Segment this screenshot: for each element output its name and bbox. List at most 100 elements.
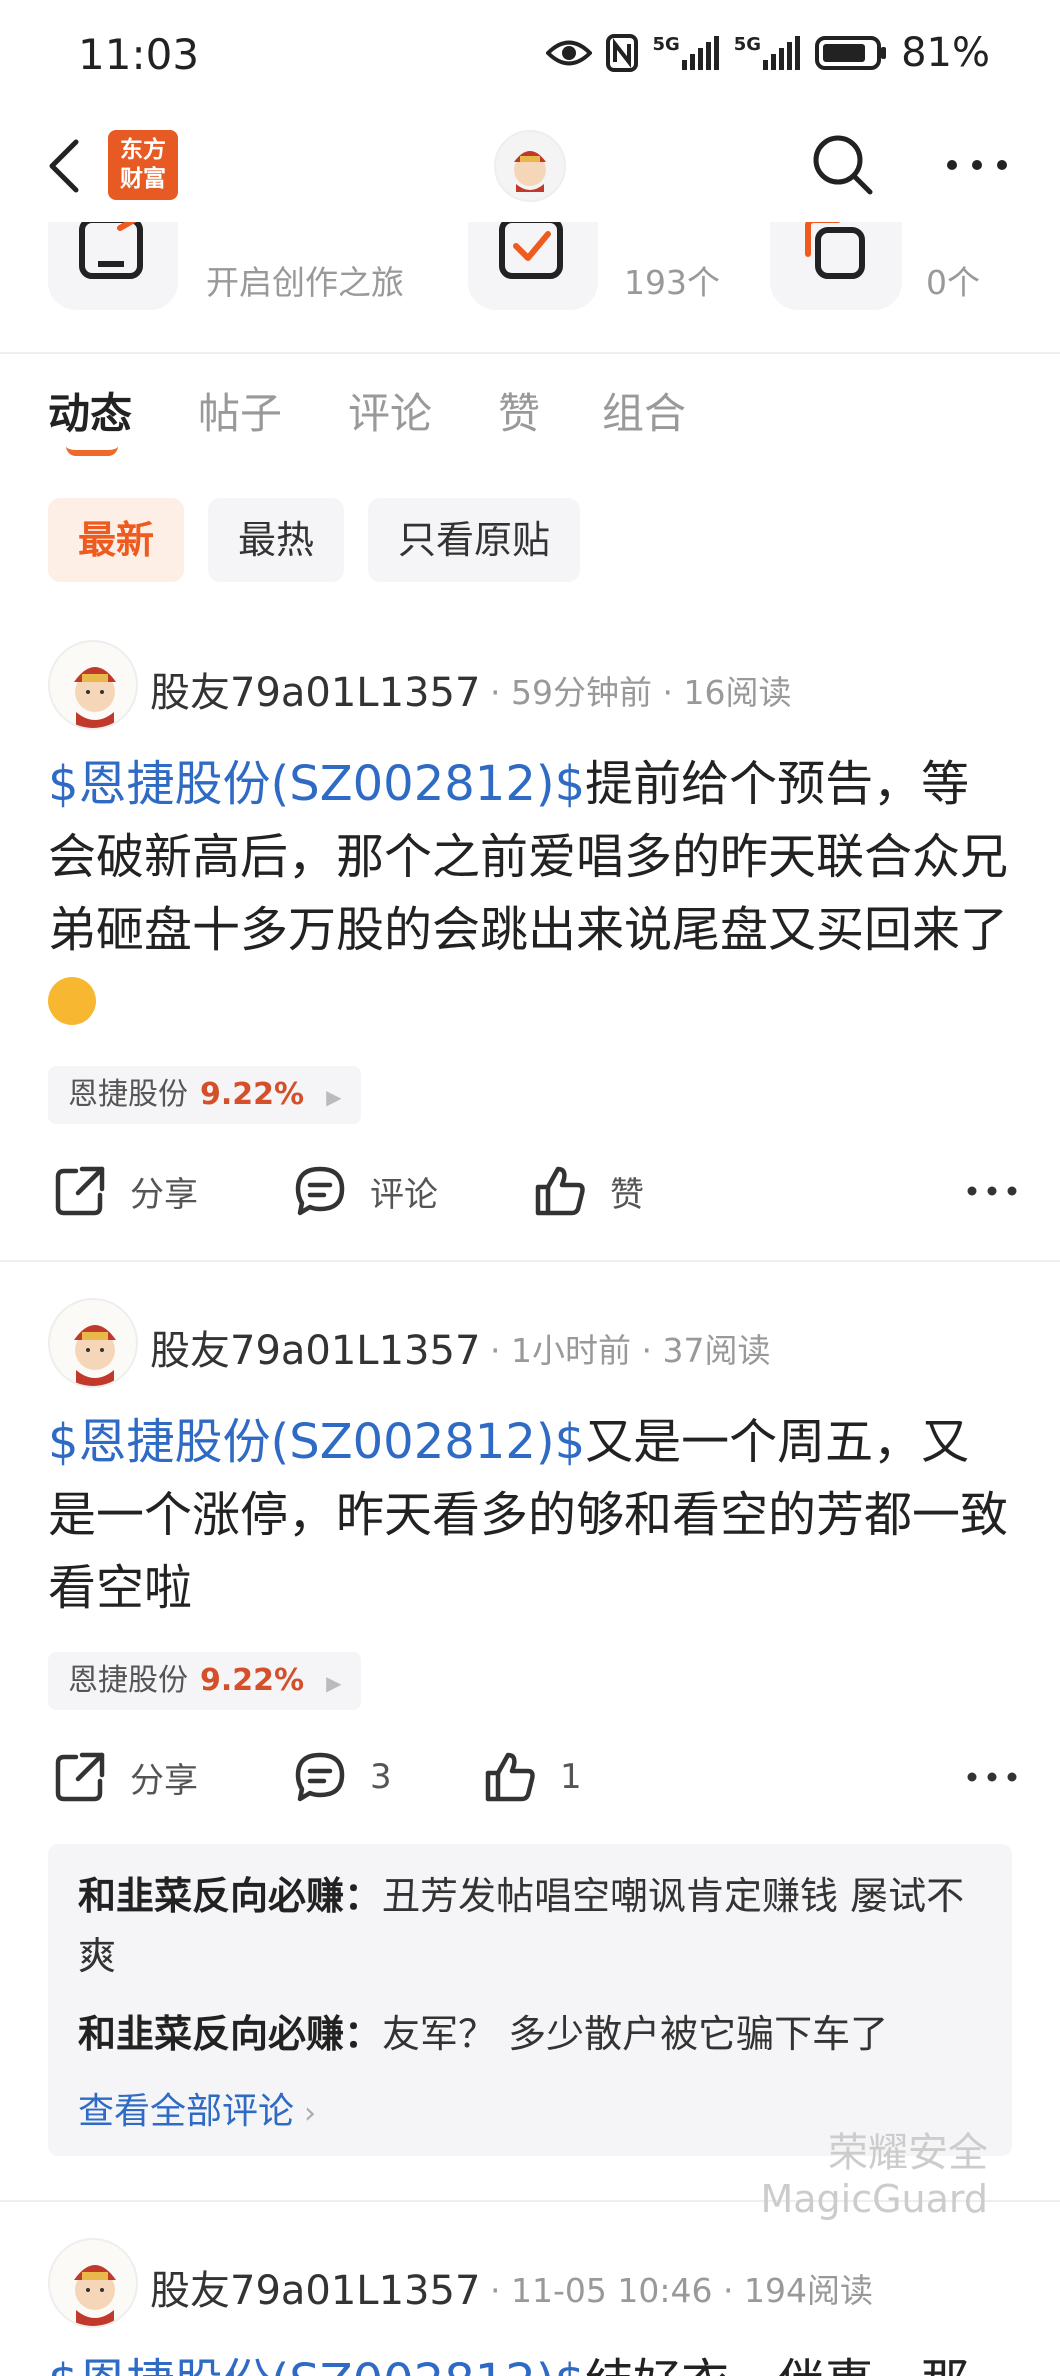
filter-original-only[interactable]: 只看原贴	[368, 498, 581, 582]
mascot-avatar-icon	[74, 1325, 116, 1386]
stock-link[interactable]: $恩捷股份(SZ002812)$	[48, 2354, 585, 2376]
comment-icon	[295, 1166, 345, 1216]
comment-user[interactable]: 和韭菜反向必赚：	[78, 2012, 382, 2056]
share-button[interactable]: 分享	[52, 1156, 198, 1226]
comment-text: 友军？ 多少散户被它骗下车了	[382, 2012, 889, 2056]
tab-bar: 动态 帖子 评论 赞 组合	[0, 380, 1060, 460]
back-button[interactable]	[40, 134, 100, 198]
post-more-button[interactable]	[962, 1742, 1022, 1812]
tab-dynamics[interactable]: 动态	[48, 380, 132, 441]
avatar[interactable]	[48, 2238, 138, 2328]
tab-likes[interactable]: 赞	[498, 380, 540, 441]
comment-user[interactable]: 和韭菜反向必赚：	[78, 1874, 382, 1918]
post-text: 结好衣，伴事，那	[585, 2354, 969, 2376]
post-content[interactable]: $恩捷股份(SZ002812)$又是一个周五，又是一个涨停，昨天看多的够和看空的…	[48, 1406, 1008, 1625]
status-icons: 5G 5G 81%	[546, 30, 990, 76]
filter-hot[interactable]: 最热	[208, 498, 345, 582]
post-content[interactable]: $恩捷股份(SZ002812)$提前给个预告，等会破新高后，那个之前爱唱多的昨天…	[48, 748, 1008, 1040]
app-logo: 东方 财富	[108, 130, 178, 200]
comment-item[interactable]: 和韭菜反向必赚：丑芳发帖唱空嘲讽肯定赚钱 屡试不爽	[78, 1866, 982, 1986]
stock-tag[interactable]: 恩捷股份 9.22% ▶	[48, 1066, 362, 1124]
mascot-avatar-icon	[74, 2265, 116, 2326]
post-actions: 分享 3 1	[0, 1742, 1060, 1812]
comment-icon	[295, 1752, 345, 1802]
tab-active-indicator	[66, 446, 118, 456]
stock-link[interactable]: $恩捷股份(SZ002812)$	[48, 756, 585, 812]
tab-posts[interactable]: 帖子	[198, 380, 282, 441]
stock-tag[interactable]: 恩捷股份 9.22% ▶	[48, 1652, 362, 1710]
divider	[0, 1260, 1060, 1262]
more-dots-icon	[947, 160, 1007, 170]
post-username[interactable]: 股友79a01L1357	[150, 1318, 480, 1376]
play-arrow-icon: ▶	[326, 1671, 342, 1695]
comments-preview: 和韭菜反向必赚：丑芳发帖唱空嘲讽肯定赚钱 屡试不爽 和韭菜反向必赚：友军？ 多少…	[48, 1844, 1012, 2156]
search-icon	[813, 135, 873, 195]
nav-bar: 东方 财富	[0, 110, 1060, 222]
avatar[interactable]	[48, 640, 138, 730]
like-button[interactable]: 1	[482, 1742, 582, 1812]
divider	[0, 352, 1060, 354]
post-meta: · 59分钟前 · 16阅读	[490, 673, 792, 712]
post-username[interactable]: 股友79a01L1357	[150, 2258, 480, 2316]
post-meta: · 1小时前 · 37阅读	[490, 1331, 771, 1370]
quick-item-subtitle: 193个	[624, 263, 720, 302]
status-bar: 11:03 5G 5G 81%	[0, 0, 1060, 110]
chevron-right-icon: ›	[304, 2096, 317, 2131]
view-all-comments-link[interactable]: 查看全部评论 ›	[78, 2082, 982, 2134]
filter-latest[interactable]: 最新	[48, 498, 185, 582]
post-header: 股友79a01L1357 · 11-05 10:46 · 194阅读	[48, 2238, 1028, 2330]
comment-item[interactable]: 和韭菜反向必赚：友军？ 多少散户被它骗下车了	[78, 2004, 982, 2064]
mascot-avatar-icon	[74, 667, 116, 728]
eye-icon	[546, 40, 593, 66]
status-time: 11:03	[78, 30, 200, 79]
mascot-avatar-icon	[514, 151, 546, 192]
post-header: 股友79a01L1357 · 1小时前 · 37阅读	[48, 1298, 1028, 1390]
comment-button[interactable]: 评论	[292, 1156, 438, 1226]
like-button[interactable]: 赞	[532, 1156, 644, 1226]
post-content[interactable]: $恩捷股份(SZ002812)$结好衣，伴事，那	[48, 2346, 1008, 2376]
thumbs-up-icon	[485, 1752, 535, 1802]
laughing-emoji-icon	[48, 977, 96, 1025]
more-menu-button[interactable]	[942, 132, 1012, 198]
copy-icon	[805, 222, 865, 279]
search-button[interactable]	[810, 132, 876, 198]
post-actions: 分享 评论 赞	[0, 1156, 1060, 1226]
avatar[interactable]	[48, 1298, 138, 1388]
share-button[interactable]: 分享	[52, 1742, 198, 1812]
post-more-button[interactable]	[962, 1156, 1022, 1226]
play-arrow-icon: ▶	[326, 1085, 342, 1109]
edit-icon	[79, 222, 143, 279]
quick-items-row: 开启创作之旅 193个 0个	[0, 222, 1060, 352]
post-card: 股友79a01L1357 · 1小时前 · 37阅读 $恩捷股份(SZ00281…	[0, 1298, 1060, 2198]
thumbs-up-icon	[535, 1166, 585, 1216]
share-icon	[55, 1166, 105, 1216]
chevron-left-icon	[49, 139, 79, 193]
quick-item-selected[interactable]: 193个	[468, 222, 748, 332]
profile-avatar[interactable]	[494, 130, 566, 202]
share-icon	[55, 1752, 105, 1802]
tab-portfolio[interactable]: 组合	[602, 380, 686, 441]
post-card: 股友79a01L1357 · 59分钟前 · 16阅读 $恩捷股份(SZ0028…	[0, 640, 1060, 1260]
post-header: 股友79a01L1357 · 59分钟前 · 16阅读	[48, 640, 1028, 732]
more-dots-icon	[967, 1186, 1017, 1196]
stock-change-percent: 9.22%	[200, 1077, 305, 1112]
quick-item-portfolio[interactable]: 0个	[770, 222, 1030, 332]
battery-icon	[815, 36, 887, 70]
post-username[interactable]: 股友79a01L1357	[150, 660, 480, 718]
signal-1-icon: 5G	[652, 36, 719, 70]
quick-item-subtitle: 开启创作之旅	[206, 263, 404, 302]
more-dots-icon	[967, 1772, 1017, 1782]
comment-button[interactable]: 3	[292, 1742, 392, 1812]
tab-comments[interactable]: 评论	[348, 380, 432, 441]
quick-item-subtitle: 0个	[926, 263, 980, 302]
stock-change-percent: 9.22%	[200, 1663, 305, 1698]
post-meta: · 11-05 10:46 · 194阅读	[490, 2271, 873, 2310]
post-card: 股友79a01L1357 · 11-05 10:46 · 194阅读 $恩捷股份…	[0, 2238, 1060, 2376]
checkbox-icon	[499, 222, 563, 279]
quick-item-create[interactable]: 开启创作之旅	[48, 222, 448, 332]
stock-link[interactable]: $恩捷股份(SZ002812)$	[48, 1414, 585, 1470]
battery-percent: 81%	[901, 30, 990, 76]
signal-2-icon: 5G	[734, 36, 801, 70]
filter-chips: 最新 最热 只看原贴	[48, 498, 581, 582]
security-watermark: 荣耀安全 MagicGuard	[760, 2130, 988, 2221]
